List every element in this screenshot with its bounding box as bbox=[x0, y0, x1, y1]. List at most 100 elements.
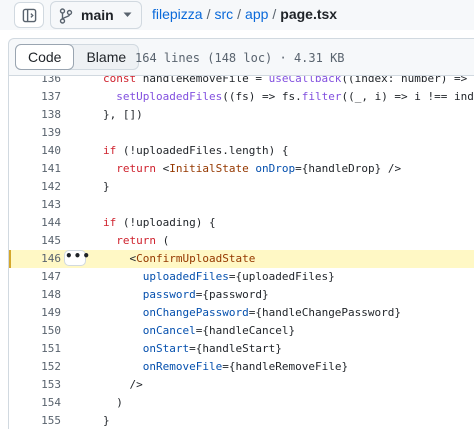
code-token: if bbox=[103, 216, 117, 229]
code-token: onCancel bbox=[142, 324, 196, 337]
breadcrumb-repo-link[interactable]: filepizza bbox=[152, 6, 203, 22]
code-text: <ConfirmUploadState bbox=[103, 250, 255, 268]
line-number[interactable]: 150 bbox=[9, 322, 61, 340]
code-token: ( bbox=[156, 234, 170, 247]
line-number[interactable]: 147 bbox=[9, 268, 61, 286]
code-token: ) bbox=[103, 396, 123, 409]
code-text: password={password} bbox=[103, 286, 269, 304]
line-number[interactable]: 136 bbox=[9, 76, 61, 88]
code-line: 138 }, []) bbox=[9, 106, 474, 124]
code-line: 154 ) bbox=[9, 394, 474, 412]
blame-view-button[interactable]: Blame bbox=[74, 45, 138, 69]
code-token: handleRemoveFile = bbox=[136, 76, 269, 85]
line-number[interactable]: 148 bbox=[9, 286, 61, 304]
code-text: } bbox=[103, 412, 110, 429]
code-view[interactable]: 136 const handleRemoveFile = useCallback(… bbox=[8, 76, 474, 429]
line-number[interactable]: 137 bbox=[9, 88, 61, 106]
code-line: 136 const handleRemoveFile = useCallback(… bbox=[9, 76, 474, 88]
sidebar-toggle-button[interactable] bbox=[14, 2, 44, 28]
code-text: const handleRemoveFile = useCallback((in… bbox=[103, 76, 474, 88]
sidebar-toggle-icon bbox=[22, 8, 37, 23]
code-token: return bbox=[116, 234, 156, 247]
code-line: 149 onChangePassword={handleChangePasswo… bbox=[9, 304, 474, 322]
code-token: onChangePassword bbox=[142, 306, 249, 319]
code-token: uploadedFiles bbox=[142, 270, 229, 283]
line-number[interactable]: 146 bbox=[9, 250, 61, 268]
code-text: }, []) bbox=[103, 106, 143, 124]
code-token: ((_, i) => i !== index)) bbox=[341, 90, 474, 103]
code-token: < bbox=[156, 162, 170, 175]
code-line: 150 onCancel={handleCancel} bbox=[9, 322, 474, 340]
code-token: ((fs) => fs. bbox=[222, 90, 302, 103]
code-line: 139 bbox=[9, 124, 474, 142]
line-number[interactable]: 144 bbox=[9, 214, 61, 232]
code-line: 148 password={password} bbox=[9, 286, 474, 304]
line-number[interactable]: 142 bbox=[9, 178, 61, 196]
code-token: ={handleStart} bbox=[189, 342, 282, 355]
file-toolbar: Code Blame 164 lines (148 loc) · 4.31 KB bbox=[8, 38, 474, 76]
code-token: }, []) bbox=[103, 108, 143, 121]
code-token: return bbox=[116, 162, 156, 175]
kebab-icon[interactable]: ••• bbox=[64, 250, 90, 266]
code-token: filter bbox=[301, 90, 342, 103]
line-number[interactable]: 154 bbox=[9, 394, 61, 412]
code-token: const bbox=[103, 76, 137, 85]
highlight-marker bbox=[9, 250, 11, 268]
line-number[interactable]: 141 bbox=[9, 160, 61, 178]
code-token: onDrop bbox=[255, 162, 296, 175]
code-token: setUploadedFiles bbox=[116, 90, 223, 103]
code-line: 141 return <InitialState onDrop={handleD… bbox=[9, 160, 474, 178]
code-text: /> bbox=[103, 376, 142, 394]
code-line: 151 onStart={handleStart} bbox=[9, 340, 474, 358]
code-text: onRemoveFile={handleRemoveFile} bbox=[103, 358, 348, 376]
git-branch-icon bbox=[59, 8, 73, 24]
code-line: 137 setUploadedFiles((fs) => fs.filter((… bbox=[9, 88, 474, 106]
code-text: onStart={handleStart} bbox=[103, 340, 282, 358]
code-text: if (!uploadedFiles.length) { bbox=[103, 142, 288, 160]
branch-name: main bbox=[81, 7, 114, 23]
line-number[interactable]: 153 bbox=[9, 376, 61, 394]
line-number[interactable]: 155 bbox=[9, 412, 61, 429]
code-line: 140 if (!uploadedFiles.length) { bbox=[9, 142, 474, 160]
code-text: if (!uploading) { bbox=[103, 214, 216, 232]
breadcrumb-app-link[interactable]: app bbox=[245, 6, 268, 22]
code-text: ) bbox=[103, 394, 123, 412]
branch-selector[interactable]: main bbox=[50, 1, 142, 29]
code-token: ((index: number) => { bbox=[341, 76, 474, 85]
code-token: } bbox=[103, 414, 110, 427]
code-token: password bbox=[142, 288, 196, 301]
line-number[interactable]: 151 bbox=[9, 340, 61, 358]
code-token: ={handleChangePassword} bbox=[248, 306, 402, 319]
code-token: if bbox=[103, 144, 117, 157]
code-line: 144 if (!uploading) { bbox=[9, 214, 474, 232]
line-number[interactable]: 143 bbox=[9, 196, 61, 214]
line-number[interactable]: 145 bbox=[9, 232, 61, 250]
code-token: ={handleCancel} bbox=[195, 324, 296, 337]
code-view-button[interactable]: Code bbox=[15, 44, 75, 70]
file-meta: 164 lines (148 loc) · 4.31 KB bbox=[135, 51, 345, 65]
code-text: onChangePassword={handleChangePassword} bbox=[103, 304, 401, 322]
code-line: 146 ••• <ConfirmUploadState bbox=[9, 250, 474, 268]
line-number[interactable]: 139 bbox=[9, 124, 61, 142]
line-number[interactable]: 152 bbox=[9, 358, 61, 376]
code-token: ConfirmUploadState bbox=[136, 252, 256, 265]
code-token: ={handleDrop} /> bbox=[295, 162, 402, 175]
breadcrumb-src-link[interactable]: src bbox=[214, 6, 233, 22]
code-token: ={handleRemoveFile} bbox=[222, 360, 349, 373]
line-number[interactable]: 138 bbox=[9, 106, 61, 124]
line-number[interactable]: 140 bbox=[9, 142, 61, 160]
caret-down-icon bbox=[123, 12, 132, 17]
code-text: } bbox=[103, 178, 110, 196]
line-number[interactable]: 149 bbox=[9, 304, 61, 322]
code-text: setUploadedFiles((fs) => fs.filter((_, i… bbox=[103, 88, 474, 106]
file-header: main filepizza / src / app / page.tsx bbox=[0, 0, 474, 30]
code-token: ={password} bbox=[195, 288, 269, 301]
view-mode-toggle: Code Blame bbox=[15, 44, 140, 70]
code-line: 143 bbox=[9, 196, 474, 214]
code-line: 152 onRemoveFile={handleRemoveFile} bbox=[9, 358, 474, 376]
